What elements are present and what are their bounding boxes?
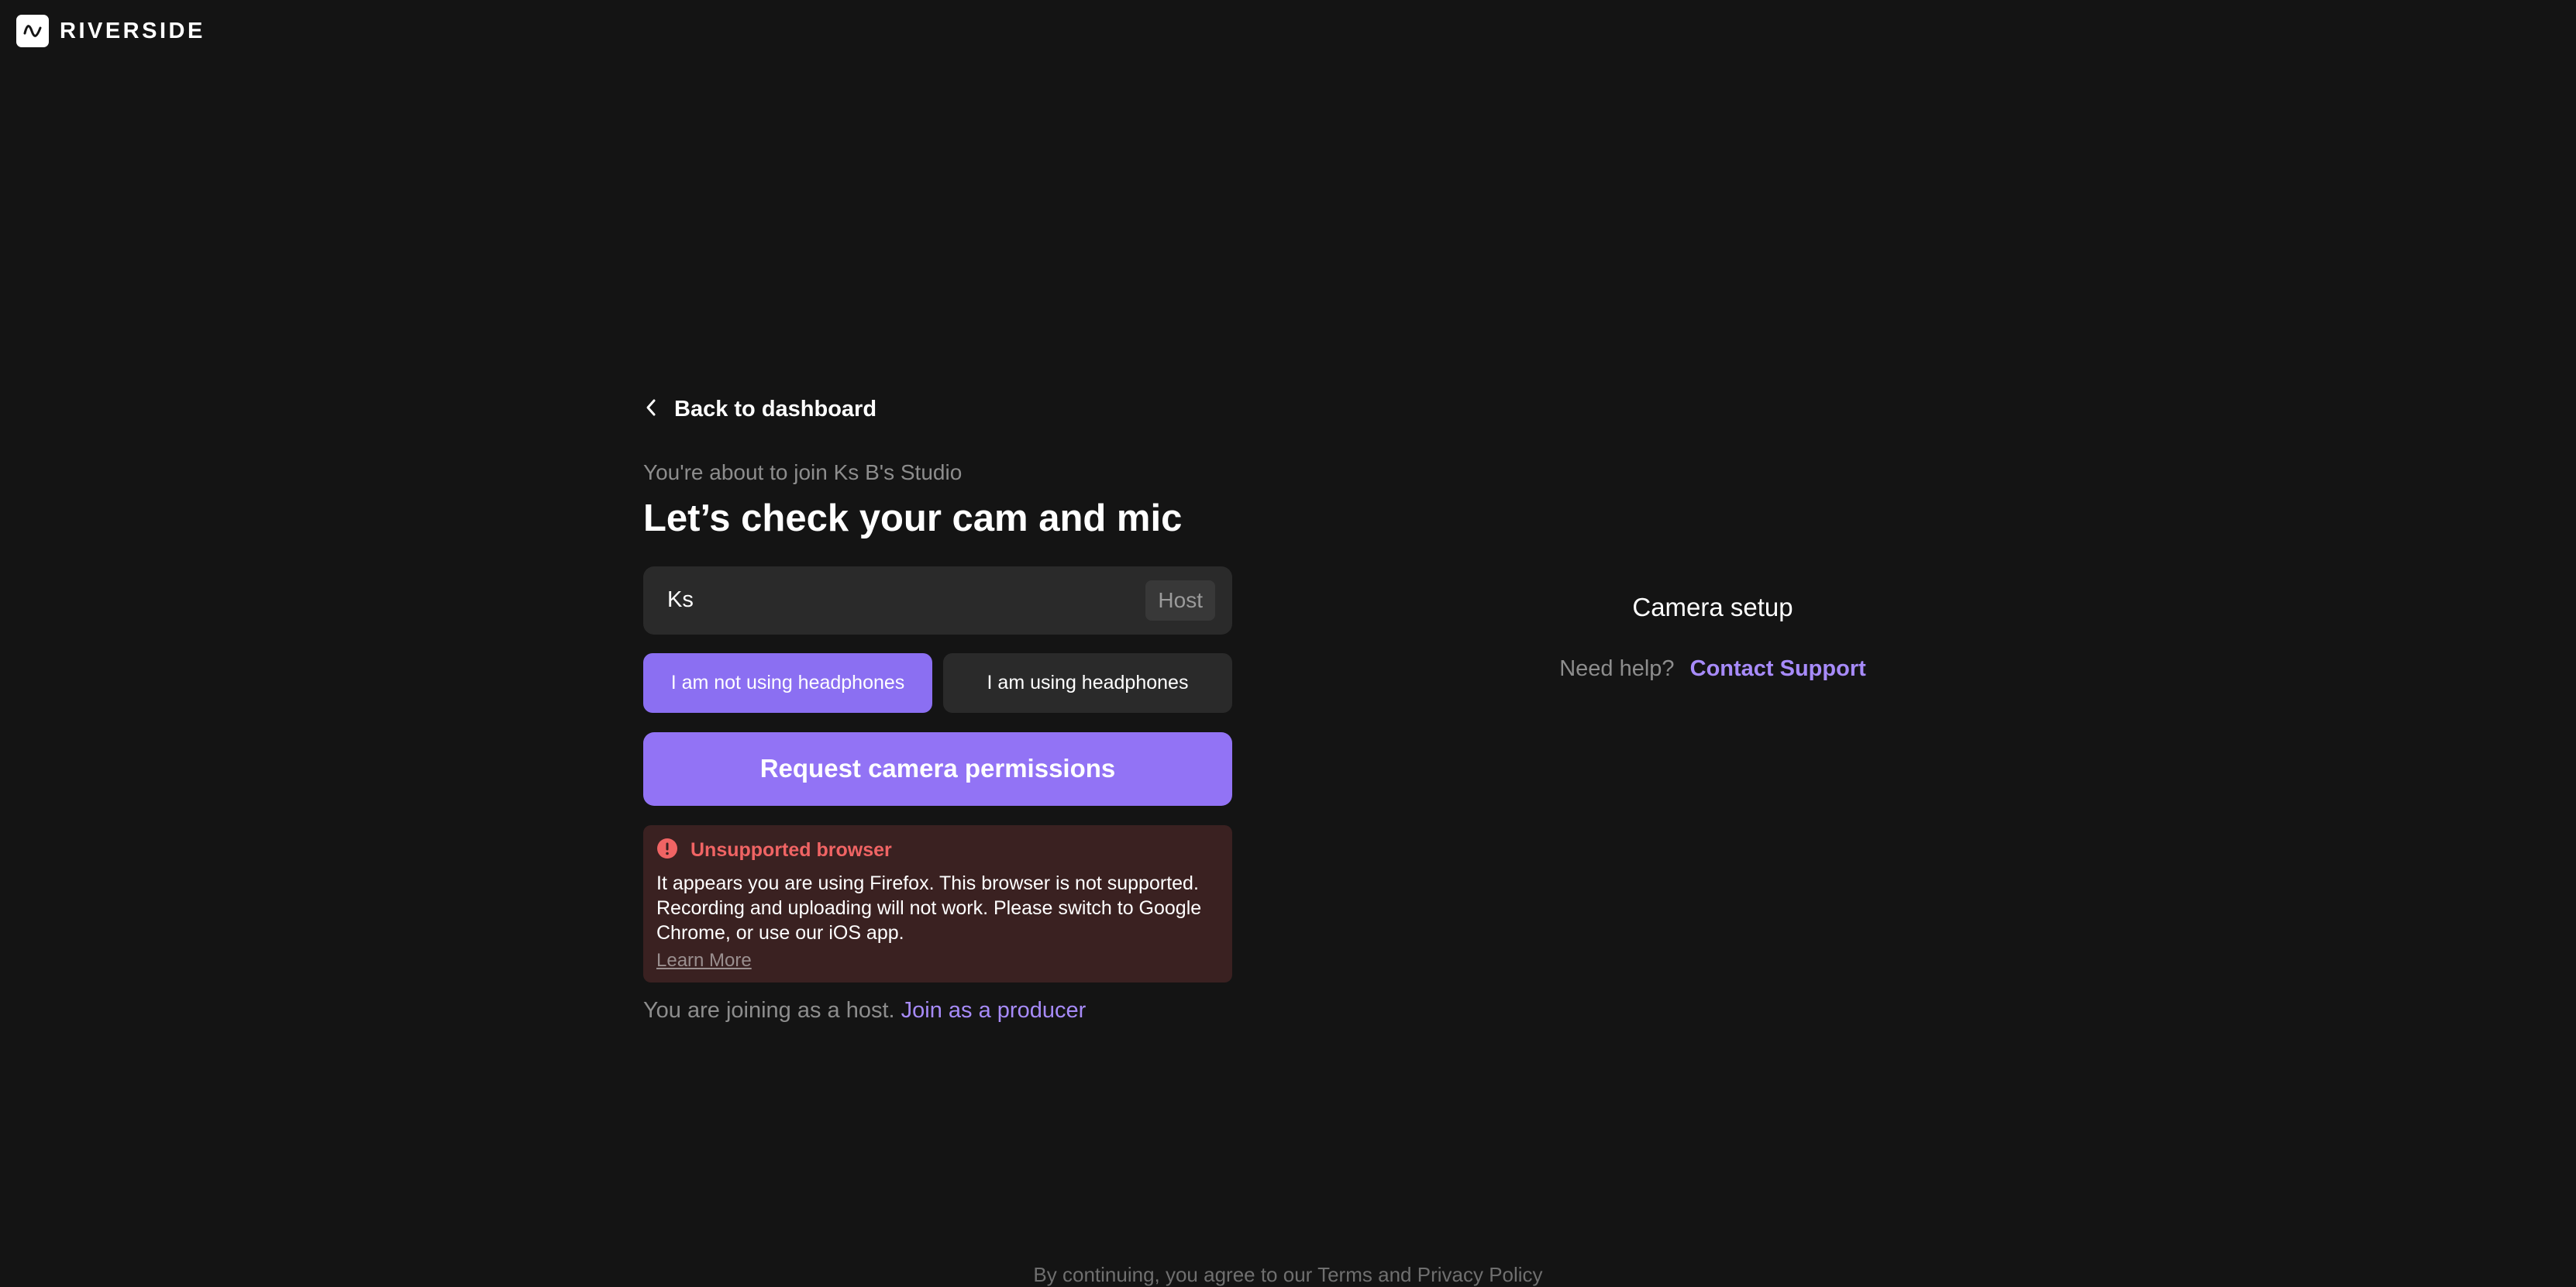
display-name-value[interactable]: Ks bbox=[667, 587, 694, 613]
alert-message: It appears you are using Firefox. This b… bbox=[656, 872, 1202, 944]
join-role-text: You are joining as a host. bbox=[643, 997, 895, 1023]
privacy-policy-link[interactable]: Privacy Policy bbox=[1417, 1263, 1543, 1286]
brand-name: RIVERSIDE bbox=[60, 18, 205, 43]
join-role-note: You are joining as a host. Join as a pro… bbox=[643, 998, 1232, 1024]
back-link-label: Back to dashboard bbox=[674, 396, 877, 422]
need-help-text: Need help? bbox=[1559, 656, 1675, 681]
display-name-field[interactable]: Ks Host bbox=[643, 566, 1232, 635]
using-headphones-button[interactable]: I am using headphones bbox=[943, 652, 1232, 713]
chevron-left-icon bbox=[643, 397, 660, 422]
riverside-logo[interactable]: RIVERSIDE bbox=[16, 15, 205, 47]
camera-setup-title: Camera setup bbox=[1632, 593, 1793, 621]
learn-more-link[interactable]: Learn More bbox=[656, 950, 752, 972]
camera-setup-panel: Camera setup Need help? Contact Support bbox=[1496, 593, 1930, 682]
unsupported-browser-alert: Unsupported browser It appears you are u… bbox=[643, 824, 1232, 982]
footer-and: and bbox=[1378, 1263, 1412, 1286]
alert-title: Unsupported browser bbox=[690, 838, 892, 861]
join-panel: Back to dashboard You're about to join K… bbox=[643, 387, 1232, 1024]
request-camera-permissions-button[interactable]: Request camera permissions bbox=[643, 731, 1232, 806]
not-using-headphones-button[interactable]: I am not using headphones bbox=[643, 652, 932, 713]
studio-subtitle: You're about to join Ks B's Studio bbox=[643, 460, 963, 484]
contact-support-link[interactable]: Contact Support bbox=[1690, 656, 1866, 681]
help-row: Need help? Contact Support bbox=[1496, 656, 1930, 682]
join-as-producer-link[interactable]: Join as a producer bbox=[901, 998, 1087, 1023]
page-title: Let’s check your cam and mic bbox=[643, 497, 1183, 539]
headphones-toggle: I am not using headphones I am using hea… bbox=[643, 652, 1232, 713]
footer-prefix: By continuing, you agree to our bbox=[1033, 1263, 1313, 1286]
legal-footer: By continuing, you agree to our Terms an… bbox=[0, 1263, 2576, 1287]
riverside-wave-icon bbox=[16, 15, 49, 47]
alert-header: Unsupported browser bbox=[656, 838, 1219, 863]
error-icon bbox=[656, 838, 678, 863]
back-to-dashboard-link[interactable]: Back to dashboard bbox=[643, 387, 1232, 431]
terms-link[interactable]: Terms bbox=[1317, 1263, 1372, 1286]
role-badge: Host bbox=[1145, 580, 1215, 621]
